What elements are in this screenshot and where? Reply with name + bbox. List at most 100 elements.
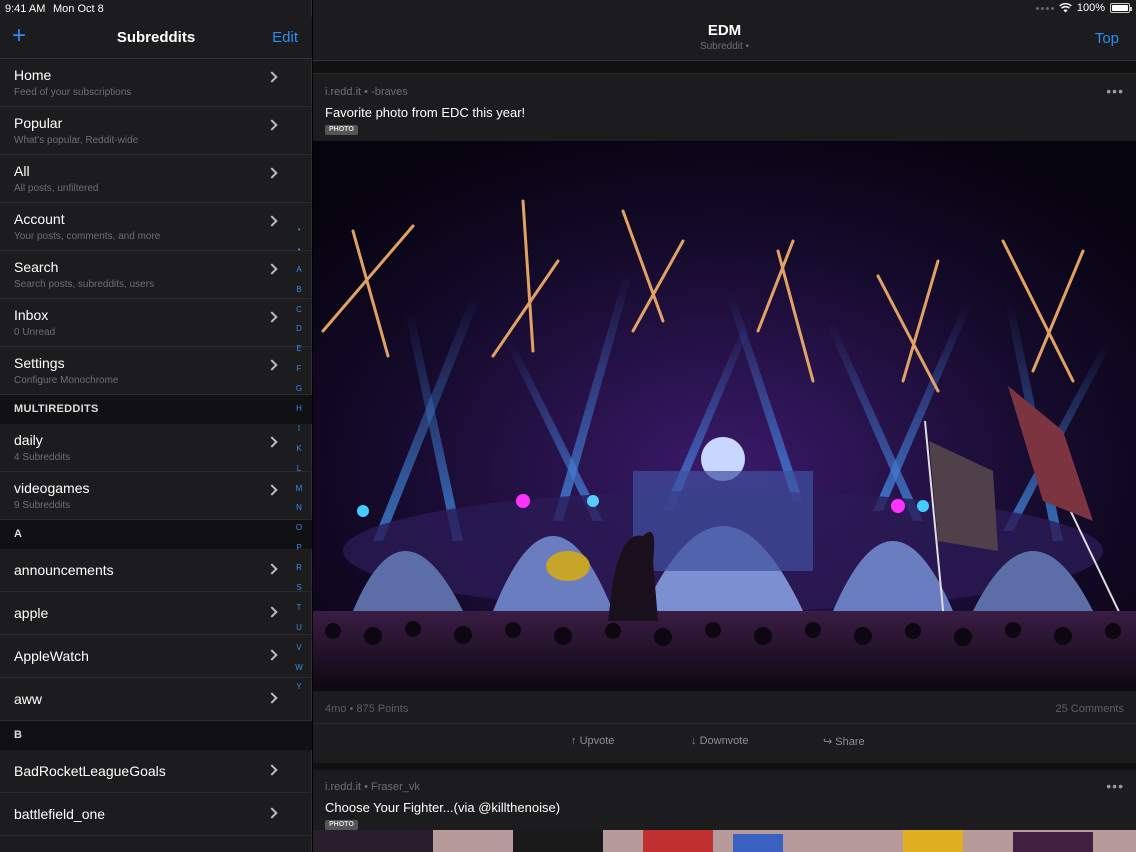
row-subtitle: 0 Unread: [14, 327, 56, 338]
row-label: Inbox: [14, 307, 49, 323]
row-label: Home: [14, 67, 52, 83]
status-time: 9:41 AM: [5, 3, 46, 15]
section-index[interactable]: • • A B C D E F G H I K L M N O P R S T …: [289, 220, 309, 697]
row-subtitle: Configure Monochrome: [14, 375, 119, 386]
row-label: battlefield_one: [14, 806, 106, 822]
chevron-right-icon: [266, 692, 278, 704]
arrow-down-icon: ↓: [691, 735, 697, 747]
share-button[interactable]: ↪ Share: [823, 735, 865, 748]
sidebar-item-account[interactable]: Account Your posts, comments, and more: [0, 203, 312, 251]
subreddit-item[interactable]: apple: [0, 592, 312, 635]
index-letter[interactable]: W: [289, 658, 309, 678]
post-stats: 4mo • 875 Points: [325, 703, 409, 715]
chevron-right-icon: [266, 764, 278, 776]
downvote-label: Downvote: [699, 735, 749, 747]
index-letter[interactable]: K: [289, 439, 309, 459]
row-label: daily: [14, 432, 43, 448]
index-letter[interactable]: F: [289, 359, 309, 379]
post-title[interactable]: Favorite photo from EDC this year!: [325, 105, 525, 120]
index-letter[interactable]: H: [289, 399, 309, 419]
post-image[interactable]: [313, 141, 1136, 691]
sidebar-item-home[interactable]: Home Feed of your subscriptions: [0, 59, 312, 107]
chevron-right-icon: [266, 649, 278, 661]
page-subtitle[interactable]: Subreddit •: [313, 41, 1136, 52]
multireddit-item-daily[interactable]: daily 4 Subreddits: [0, 424, 312, 472]
sidebar-item-search[interactable]: Search Search posts, subreddits, users: [0, 251, 312, 299]
status-bar: 9:41 AM Mon Oct 8 100%: [0, 0, 1136, 17]
index-letter[interactable]: T: [289, 598, 309, 618]
index-letter[interactable]: O: [289, 518, 309, 538]
section-header-b: B: [0, 721, 312, 750]
upvote-button[interactable]: ↑ Upvote: [571, 735, 614, 747]
main-panel: EDM Subreddit • Top i.redd.it • -braves …: [313, 0, 1136, 852]
index-letter[interactable]: D: [289, 319, 309, 339]
row-label: Popular: [14, 115, 63, 131]
index-letter[interactable]: Y: [289, 677, 309, 697]
sidebar-title: Subreddits: [116, 29, 196, 46]
sidebar-item-inbox[interactable]: Inbox 0 Unread: [0, 299, 312, 347]
sort-button[interactable]: Top: [1095, 30, 1119, 47]
post-meta[interactable]: i.redd.it • Fraser_vk: [325, 781, 420, 793]
subreddit-item[interactable]: BadRocketLeagueGoals: [0, 750, 312, 793]
index-letter[interactable]: N: [289, 498, 309, 518]
fighter-art: [313, 830, 1136, 852]
subreddit-item[interactable]: announcements: [0, 549, 312, 592]
subreddit-item[interactable]: aww: [0, 678, 312, 721]
row-label: BadRocketLeagueGoals: [14, 763, 166, 779]
chevron-right-icon: [266, 119, 278, 131]
post-image[interactable]: [313, 830, 1136, 852]
chevron-right-icon: [266, 563, 278, 575]
edit-button[interactable]: Edit: [272, 29, 298, 46]
festival-photo: [313, 141, 1136, 691]
index-letter[interactable]: R: [289, 558, 309, 578]
chevron-right-icon: [266, 263, 278, 275]
chevron-right-icon: [266, 807, 278, 819]
status-right: 100%: [1035, 2, 1132, 14]
row-label: aww: [14, 691, 43, 707]
downvote-button[interactable]: ↓ Downvote: [691, 735, 748, 747]
sidebar-item-popular[interactable]: Popular What's popular, Reddit-wide: [0, 107, 312, 155]
index-letter[interactable]: S: [289, 578, 309, 598]
row-subtitle: Your posts, comments, and more: [14, 231, 161, 242]
index-letter[interactable]: U: [289, 618, 309, 638]
more-icon[interactable]: •••: [1106, 778, 1124, 794]
post-type-badge: PHOTO: [325, 820, 358, 830]
sidebar-item-settings[interactable]: Settings Configure Monochrome: [0, 347, 312, 395]
share-icon: ↪: [823, 736, 833, 748]
row-label: All: [14, 163, 30, 179]
index-letter[interactable]: •: [289, 240, 309, 260]
index-letter[interactable]: I: [289, 419, 309, 439]
post-card[interactable]: i.redd.it • Fraser_vk ••• Choose Your Fi…: [313, 770, 1136, 852]
subreddit-item[interactable]: AppleWatch: [0, 635, 312, 678]
subreddit-item[interactable]: battlefield_one: [0, 793, 312, 836]
index-letter[interactable]: P: [289, 538, 309, 558]
multireddit-item-videogames[interactable]: videogames 9 Subreddits: [0, 472, 312, 520]
index-letter[interactable]: V: [289, 638, 309, 658]
comments-link[interactable]: 25 Comments: [1056, 703, 1124, 715]
more-icon[interactable]: •••: [1106, 83, 1124, 99]
sidebar-item-all[interactable]: All All posts, unfiltered: [0, 155, 312, 203]
post-card[interactable]: i.redd.it • -braves ••• Favorite photo f…: [313, 75, 1136, 763]
row-label: apple: [14, 605, 49, 621]
index-letter[interactable]: G: [289, 379, 309, 399]
chevron-right-icon: [266, 484, 278, 496]
post-title[interactable]: Choose Your Fighter...(via @killthenoise…: [325, 800, 560, 815]
battery-icon: [1110, 3, 1132, 13]
index-letter[interactable]: A: [289, 260, 309, 280]
row-subtitle: What's popular, Reddit-wide: [14, 135, 139, 146]
index-letter[interactable]: L: [289, 459, 309, 479]
arrow-up-icon: ↑: [571, 735, 577, 747]
index-letter[interactable]: E: [289, 339, 309, 359]
share-label: Share: [835, 736, 865, 748]
index-letter[interactable]: •: [289, 220, 309, 240]
row-subtitle: Feed of your subscriptions: [14, 87, 132, 98]
section-header-a: A: [0, 520, 312, 549]
index-letter[interactable]: C: [289, 300, 309, 320]
post-meta[interactable]: i.redd.it • -braves: [325, 86, 408, 98]
row-subtitle: Search posts, subreddits, users: [14, 279, 155, 290]
index-letter[interactable]: M: [289, 479, 309, 499]
chevron-right-icon: [266, 436, 278, 448]
post-actions: ↑ Upvote ↓ Downvote ↪ Share: [313, 723, 1136, 761]
row-label: Search: [14, 259, 59, 275]
index-letter[interactable]: B: [289, 280, 309, 300]
